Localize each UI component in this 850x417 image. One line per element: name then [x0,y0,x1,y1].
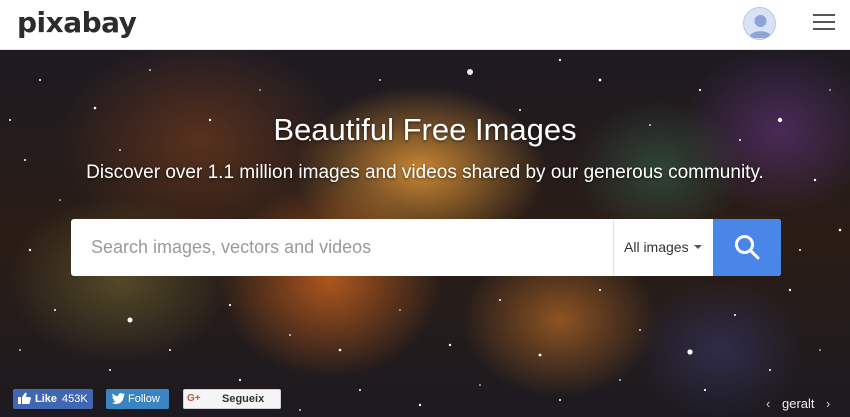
media-type-dropdown[interactable]: All images [613,219,713,276]
twitter-follow-button[interactable]: Follow [106,389,169,409]
caret-down-icon [694,245,702,249]
twitter-bird-icon [112,393,125,404]
hamburger-menu-icon[interactable] [813,13,835,31]
next-image-arrow-icon[interactable]: › [826,396,830,411]
twitter-follow-label: Follow [128,393,160,405]
previous-image-arrow-icon[interactable]: ‹ [766,396,770,411]
search-icon [735,235,760,260]
search-bar: All images [71,219,781,276]
author-link[interactable]: geralt [782,396,815,411]
facebook-like-button[interactable]: Like 453K [13,389,93,409]
google-plus-follow-button[interactable]: G+ Segueix [183,389,281,409]
pixabay-logo[interactable]: pixabay [17,6,137,39]
search-input[interactable] [71,219,611,276]
hero-subtitle: Discover over 1.1 million images and vid… [86,162,764,183]
facebook-like-label: Like [35,393,58,405]
media-type-label: All images [624,239,689,255]
top-header: pixabay [0,0,850,50]
thumbs-up-icon [18,392,31,404]
search-button[interactable] [713,219,781,276]
facebook-like-count: 453K [62,393,88,405]
hero-title: Beautiful Free Images [273,112,577,147]
google-plus-icon: G+ [187,393,201,404]
user-avatar-icon[interactable] [743,7,776,40]
google-plus-label: Segueix [222,393,265,405]
hero-banner: Beautiful Free Images Discover over 1.1 … [0,50,850,417]
